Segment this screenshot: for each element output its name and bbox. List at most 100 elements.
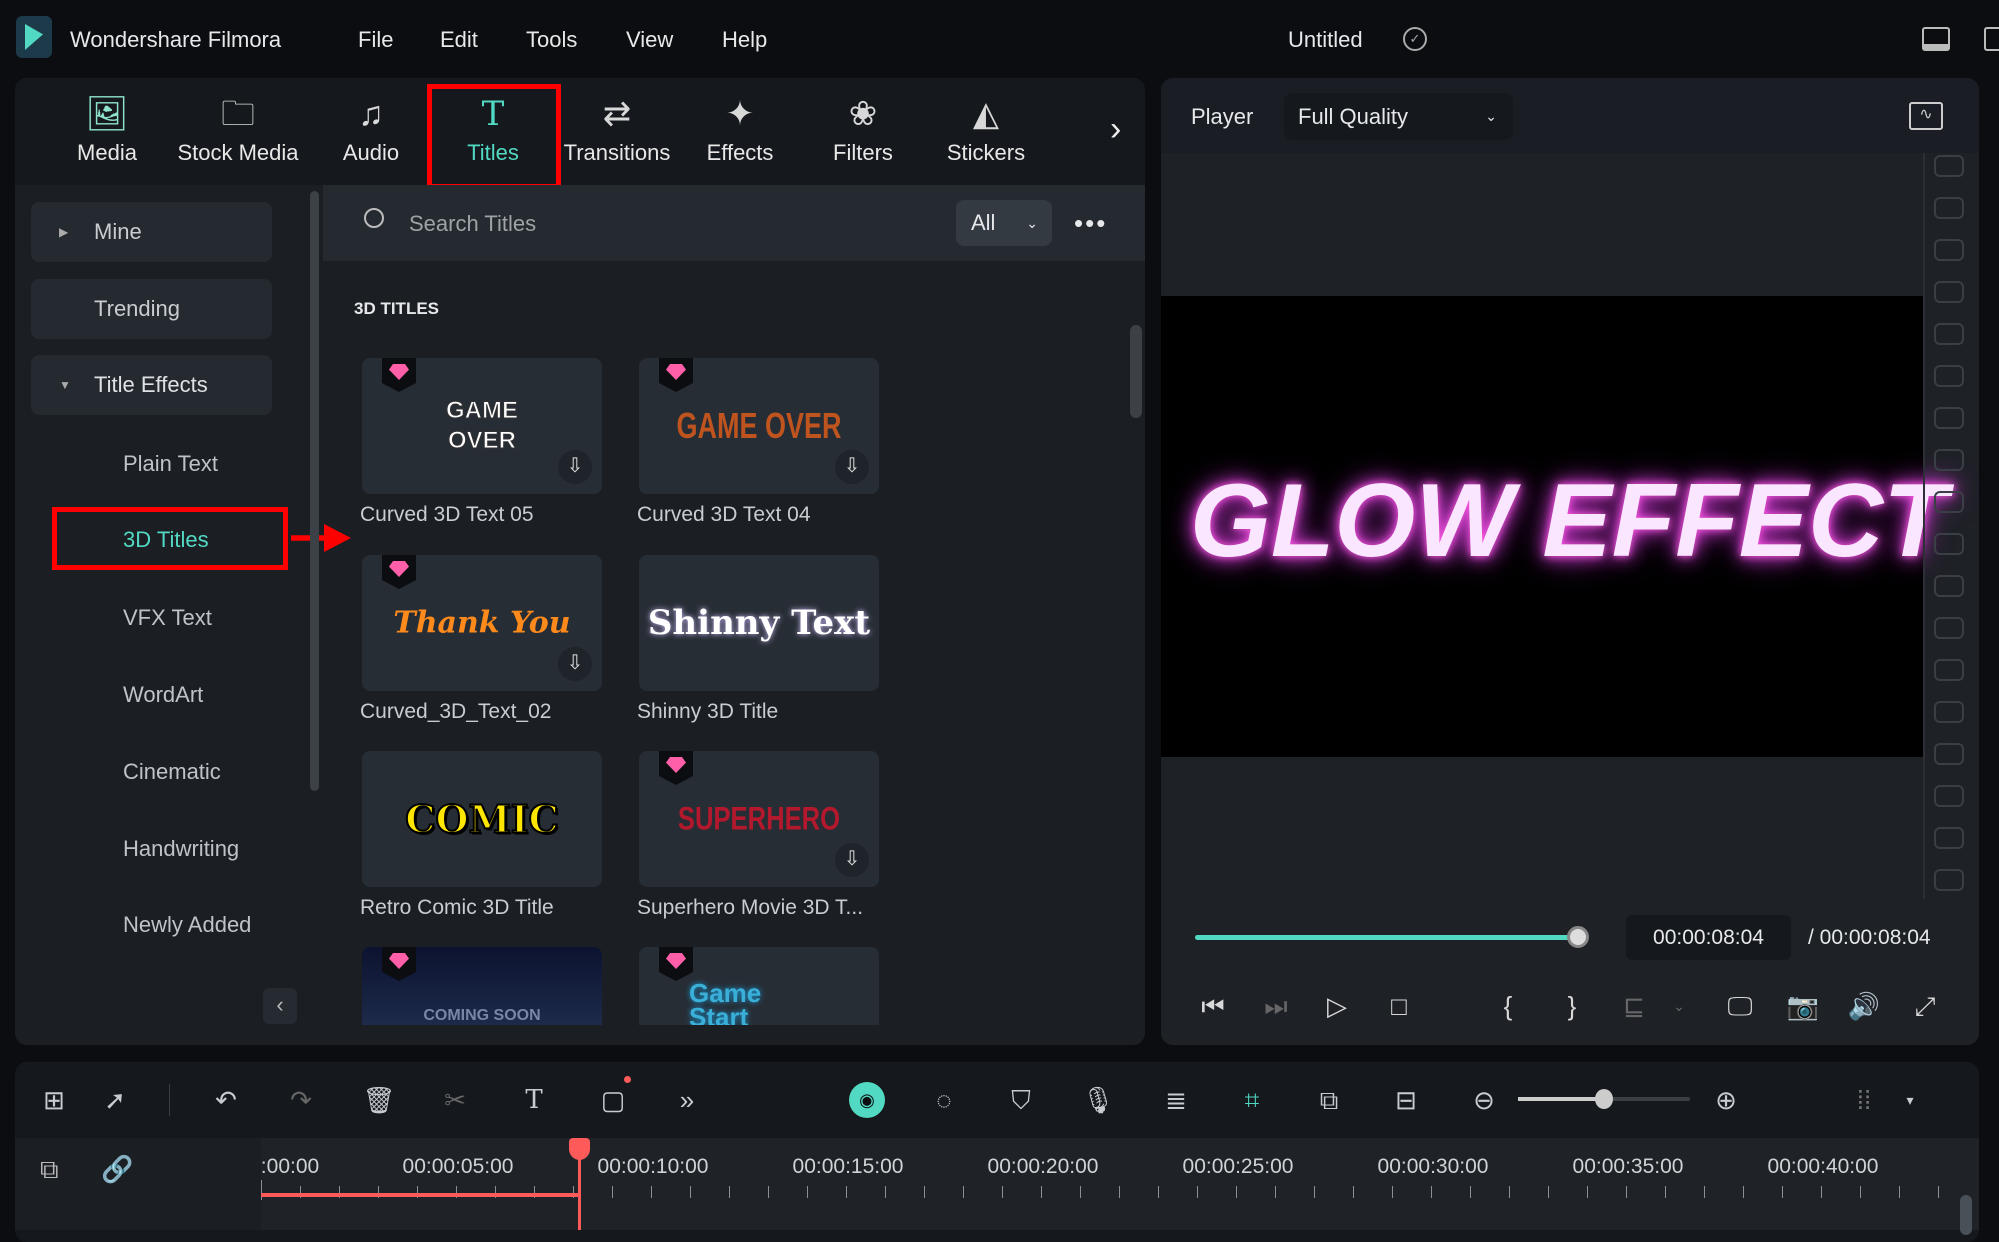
download-icon[interactable]: ⇩ bbox=[558, 450, 592, 484]
more-options-icon[interactable]: ••• bbox=[1074, 208, 1107, 239]
layout-grid-icon[interactable]: ⊞ bbox=[36, 1082, 72, 1118]
sidebar-item-wordart[interactable]: WordArt bbox=[123, 682, 203, 708]
tab-media[interactable]: 🖼 Media bbox=[42, 92, 172, 166]
section-title: 3D TITLES bbox=[354, 299, 440, 318]
tab-filters[interactable]: ❀ Filters bbox=[798, 92, 928, 166]
crop-icon[interactable]: ▢ bbox=[595, 1082, 631, 1118]
snap-icon[interactable]: ⌗ bbox=[1234, 1082, 1270, 1118]
auto-reframe-icon[interactable]: ⧉ bbox=[1311, 1082, 1347, 1118]
tab-transitions[interactable]: ⇄ Transitions bbox=[552, 92, 682, 166]
title-card-curved-3d-text-02[interactable]: Thank You ⇩ bbox=[362, 555, 602, 691]
text-icon[interactable]: T bbox=[516, 1082, 552, 1118]
mark-in-icon[interactable]: { bbox=[1490, 988, 1526, 1024]
ruler-tick bbox=[807, 1186, 808, 1198]
fullscreen-icon[interactable]: ⤢ bbox=[1907, 988, 1943, 1024]
insert-icon[interactable]: ⊑ bbox=[1616, 988, 1652, 1024]
audio-list-icon[interactable]: ≣ bbox=[1158, 1082, 1194, 1118]
volume-icon[interactable]: 🔊 bbox=[1846, 988, 1882, 1024]
sidebar-scrollbar[interactable] bbox=[310, 191, 319, 791]
tab-audio[interactable]: ♫ Audio bbox=[306, 92, 436, 166]
title-card-retro-comic-3d-title[interactable]: COMIC bbox=[362, 751, 602, 887]
sidebar-item-handwriting[interactable]: Handwriting bbox=[123, 836, 239, 862]
quality-dropdown[interactable]: Full Quality ⌄ bbox=[1284, 93, 1513, 140]
title-card-curved-3d-text-05[interactable]: GAME OVER ⇩ bbox=[362, 358, 602, 494]
film-strip-cell bbox=[1934, 281, 1964, 303]
redo-icon[interactable]: ↷ bbox=[283, 1082, 319, 1118]
sidebar-mine[interactable]: ▶ Mine bbox=[31, 202, 272, 262]
card-label: Shinny 3D Title bbox=[637, 700, 779, 723]
link-icon[interactable]: 🔗 bbox=[101, 1154, 133, 1185]
library-scrollbar[interactable] bbox=[1130, 325, 1142, 418]
sidebar-item-cinematic[interactable]: Cinematic bbox=[123, 759, 221, 785]
add-track-icon[interactable]: ⧉ bbox=[40, 1154, 59, 1186]
card-label: Curved_3D_Text_02 bbox=[360, 700, 552, 723]
render-preview-icon[interactable]: ◌ bbox=[926, 1082, 962, 1118]
sidebar-item-vfx-text[interactable]: VFX Text bbox=[123, 605, 212, 631]
panel-grid-icon[interactable]: ⁞⁞ bbox=[1846, 1082, 1882, 1118]
tab-stock-media[interactable]: 🗀 Stock Media bbox=[173, 92, 303, 166]
next-frame-icon[interactable]: ⏭ bbox=[1258, 988, 1294, 1024]
ruler-tick bbox=[1197, 1186, 1198, 1198]
current-time-field[interactable]: 00:00:08:04 bbox=[1626, 915, 1791, 960]
transitions-icon: ⇄ bbox=[602, 95, 632, 133]
timeline-scrollbar[interactable] bbox=[1960, 1195, 1972, 1235]
menu-view[interactable]: View bbox=[626, 27, 673, 53]
preview-title-text: GLOW EFFECT bbox=[1190, 463, 1947, 579]
playhead-handle[interactable] bbox=[569, 1138, 590, 1160]
panel-dropdown-icon[interactable]: ▾ bbox=[1892, 1082, 1928, 1118]
display-settings-icon[interactable]: 🖵 bbox=[1722, 988, 1758, 1024]
menu-help[interactable]: Help bbox=[722, 27, 767, 53]
title-card-shinny-3d-title[interactable]: Shinny Text bbox=[639, 555, 879, 691]
download-icon[interactable]: ⇩ bbox=[835, 450, 869, 484]
stickers-icon: ◭ bbox=[972, 95, 1000, 133]
tabs-more-chevron-icon[interactable]: › bbox=[1110, 110, 1121, 149]
tab-effects[interactable]: ✦ Effects bbox=[675, 92, 805, 166]
zoom-slider-handle[interactable] bbox=[1595, 1089, 1613, 1109]
filter-dropdown[interactable]: All ⌄ bbox=[956, 200, 1052, 246]
ai-copilot-icon[interactable]: ◉ bbox=[849, 1082, 885, 1118]
playback-scrubber-handle[interactable] bbox=[1567, 926, 1589, 948]
music-note-icon: ♫ bbox=[358, 95, 384, 133]
select-pointer-icon[interactable]: ➚ bbox=[97, 1082, 133, 1118]
title-card-superhero-movie-3d-title[interactable]: SUPERHERO ⇩ bbox=[639, 751, 879, 887]
sidebar-collapse-button[interactable]: ‹ bbox=[263, 988, 297, 1024]
play-icon[interactable]: ▷ bbox=[1319, 988, 1355, 1024]
title-card-coming-soon[interactable]: COMING SOON bbox=[362, 947, 602, 1025]
layout-alt-icon[interactable] bbox=[1984, 27, 1999, 51]
previous-frame-icon[interactable]: ⏮ bbox=[1195, 988, 1231, 1024]
search-input[interactable] bbox=[409, 208, 929, 240]
title-card-game-start[interactable]: Game Start bbox=[639, 947, 879, 1025]
ruler-label: 00:00:05:00 bbox=[402, 1155, 514, 1178]
more-tools-icon[interactable]: » bbox=[669, 1082, 705, 1118]
zoom-out-icon[interactable]: ⊖ bbox=[1466, 1082, 1502, 1118]
stop-icon[interactable]: □ bbox=[1381, 988, 1417, 1024]
undo-icon[interactable]: ↶ bbox=[208, 1082, 244, 1118]
sidebar-item-plain-text[interactable]: Plain Text bbox=[123, 451, 218, 477]
menu-edit[interactable]: Edit bbox=[440, 27, 478, 53]
playback-progress-track[interactable] bbox=[1195, 935, 1578, 940]
menu-tools[interactable]: Tools bbox=[526, 27, 577, 53]
scopes-chart-icon[interactable]: ∿ bbox=[1909, 102, 1943, 130]
fit-timeline-icon[interactable]: ⊟ bbox=[1388, 1082, 1424, 1118]
snapshot-camera-icon[interactable]: 📷 bbox=[1785, 988, 1821, 1024]
sidebar-trending[interactable]: Trending bbox=[31, 279, 272, 339]
cut-scissors-icon[interactable]: ✂ bbox=[437, 1082, 473, 1118]
delete-trash-icon[interactable]: 🗑 bbox=[361, 1082, 397, 1118]
menu-file[interactable]: File bbox=[358, 27, 393, 53]
zoom-in-icon[interactable]: ⊕ bbox=[1708, 1082, 1744, 1118]
insert-dropdown-icon[interactable]: ⌄ bbox=[1661, 988, 1697, 1024]
ruler-tick bbox=[1353, 1186, 1354, 1198]
download-icon[interactable]: ⇩ bbox=[835, 843, 869, 877]
sidebar-title-effects[interactable]: ▼ Title Effects bbox=[31, 355, 272, 415]
sidebar-item-newly-added[interactable]: Newly Added bbox=[123, 912, 251, 938]
ruler-tick bbox=[885, 1186, 886, 1198]
tab-stickers[interactable]: ◭ Stickers bbox=[921, 92, 1051, 166]
download-icon[interactable]: ⇩ bbox=[558, 647, 592, 681]
ruler-tick bbox=[1431, 1186, 1432, 1198]
title-card-curved-3d-text-04[interactable]: GAME OVER ⇩ bbox=[639, 358, 879, 494]
layout-icon[interactable] bbox=[1922, 27, 1950, 51]
ruler-tick bbox=[1821, 1186, 1822, 1198]
microphone-icon[interactable]: 🎙 bbox=[1080, 1082, 1116, 1118]
marker-icon[interactable]: ⛉ bbox=[1003, 1082, 1039, 1118]
mark-out-icon[interactable]: } bbox=[1554, 988, 1590, 1024]
